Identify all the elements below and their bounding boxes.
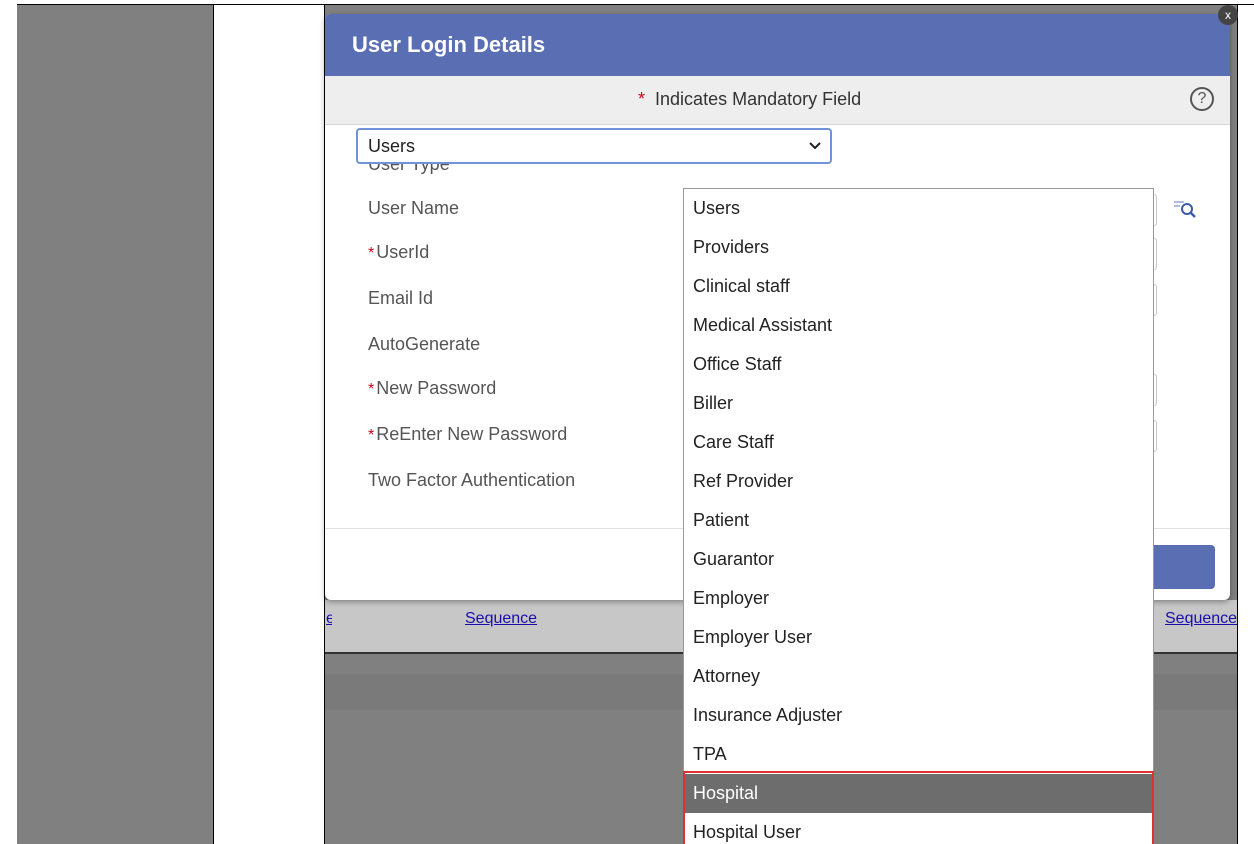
reenter-password-label: * ReEnter New Password bbox=[368, 424, 567, 445]
dropdown-option-medical-assistant[interactable]: Medical Assistant bbox=[684, 306, 1153, 345]
required-asterisk: * bbox=[368, 245, 375, 262]
userid-label-text: UserId bbox=[376, 242, 430, 262]
dropdown-option-users[interactable]: Users bbox=[684, 189, 1153, 228]
reenter-password-label-text: ReEnter New Password bbox=[376, 424, 568, 444]
mandatory-note-text: Indicates Mandatory Field bbox=[655, 89, 862, 109]
dropdown-option-providers[interactable]: Providers bbox=[684, 228, 1153, 267]
right-border bbox=[1237, 4, 1238, 844]
mandatory-note-bar: * Indicates Mandatory Field ? bbox=[325, 76, 1230, 125]
user-type-select[interactable]: Users bbox=[356, 128, 832, 164]
mandatory-note: * Indicates Mandatory Field bbox=[638, 89, 861, 110]
dropdown-option-patient[interactable]: Patient bbox=[684, 501, 1153, 540]
user-type-selected-value: Users bbox=[368, 136, 416, 156]
dropdown-option-tpa[interactable]: TPA bbox=[684, 735, 1153, 774]
dropdown-option-employer-user[interactable]: Employer User bbox=[684, 618, 1153, 657]
dropdown-option-attorney[interactable]: Attorney bbox=[684, 657, 1153, 696]
dropdown-option-care-staff[interactable]: Care Staff bbox=[684, 423, 1153, 462]
dropdown-option-biller[interactable]: Biller bbox=[684, 384, 1153, 423]
new-password-label: * New Password bbox=[368, 378, 496, 399]
required-asterisk: * bbox=[638, 89, 646, 109]
required-asterisk: * bbox=[368, 427, 375, 444]
chevron-down-icon bbox=[808, 130, 822, 173]
user-type-dropdown-list: Users Providers Clinical staff Medical Assi… bbox=[683, 188, 1154, 844]
email-label: Email Id bbox=[368, 288, 434, 308]
modal-title: User Login Details bbox=[325, 14, 1230, 76]
autogenerate-label: AutoGenerate bbox=[368, 334, 481, 354]
dropdown-option-hospital-user[interactable]: Hospital User bbox=[684, 813, 1153, 844]
dropdown-option-clinical-staff[interactable]: Clinical staff bbox=[684, 267, 1153, 306]
left-panel bbox=[17, 5, 213, 844]
help-circle-icon[interactable]: ? bbox=[1190, 87, 1214, 111]
close-icon[interactable]: x bbox=[1218, 5, 1238, 25]
dropdown-option-guarantor[interactable]: Guarantor bbox=[684, 540, 1153, 579]
background-sequence-link-right[interactable]: Sequence bbox=[1165, 610, 1237, 628]
two-factor-label: Two Factor Authentication bbox=[368, 470, 576, 490]
new-password-label-text: New Password bbox=[376, 378, 497, 398]
userid-label: * UserId bbox=[368, 242, 429, 263]
dropdown-option-employer[interactable]: Employer bbox=[684, 579, 1153, 618]
dropdown-option-ref-provider[interactable]: Ref Provider bbox=[684, 462, 1153, 501]
dropdown-option-insurance-adjuster[interactable]: Insurance Adjuster bbox=[684, 696, 1153, 735]
dropdown-option-hospital[interactable]: Hospital bbox=[684, 774, 1153, 813]
magnifier-icon[interactable] bbox=[1172, 198, 1198, 218]
background-sequence-link[interactable]: Sequence bbox=[465, 610, 537, 628]
required-asterisk: * bbox=[368, 381, 375, 398]
content-column bbox=[214, 5, 324, 844]
user-name-label: User Name bbox=[368, 198, 460, 218]
background-link-partial[interactable]: e bbox=[326, 610, 332, 628]
dropdown-option-office-staff[interactable]: Office Staff bbox=[684, 345, 1153, 384]
